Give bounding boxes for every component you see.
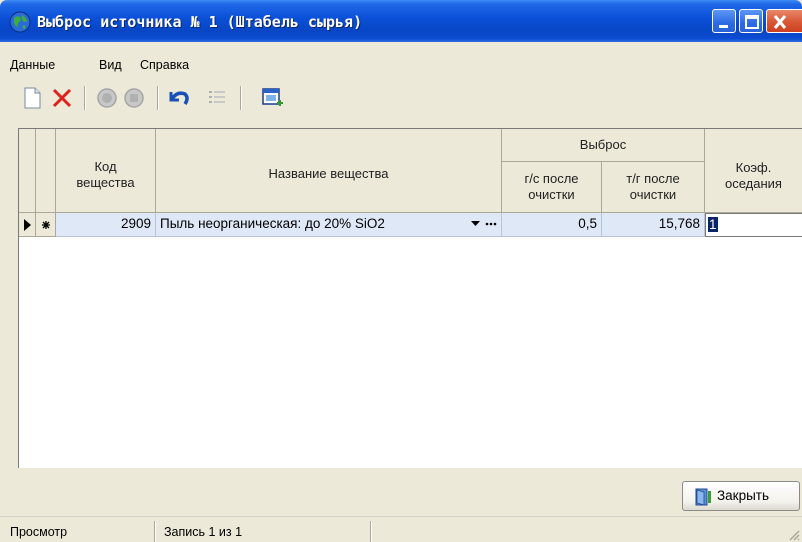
delete-icon[interactable]	[50, 86, 74, 110]
status-separator	[370, 521, 372, 542]
close-window-button[interactable]	[766, 9, 802, 33]
current-row-arrow-icon	[23, 218, 31, 231]
column-header-name-label: Название вещества	[268, 165, 389, 181]
status-bar: Просмотр Запись 1 из 1	[0, 516, 802, 542]
column-header-tg-label: т/г после очистки	[626, 171, 680, 202]
asterisk-icon	[41, 220, 50, 229]
toolbar-separator	[84, 86, 86, 110]
close-button-label: Закрыть	[717, 488, 769, 503]
maximize-icon	[745, 15, 759, 29]
globe-icon	[9, 11, 31, 33]
list-icon[interactable]	[205, 86, 229, 110]
status-mode: Просмотр	[10, 525, 68, 539]
cell-tg[interactable]: 15,768	[602, 213, 705, 237]
column-header-code-label: Код вещества	[76, 158, 135, 190]
toolbar	[0, 80, 802, 116]
minimize-icon	[719, 25, 728, 28]
maximize-button[interactable]	[739, 9, 763, 33]
status-record: Запись 1 из 1	[164, 525, 243, 539]
substance-grid[interactable]: Код вещества Название вещества Выброс г/…	[18, 128, 802, 468]
minimize-button[interactable]	[712, 9, 736, 33]
close-icon	[773, 15, 787, 29]
exit-door-icon	[695, 488, 711, 506]
new-icon[interactable]	[20, 86, 44, 110]
undo-icon[interactable]	[167, 86, 191, 110]
column-header-name[interactable]: Название вещества	[156, 129, 502, 213]
row-indicator-header	[19, 129, 36, 213]
column-group-emission: Выброс	[502, 129, 705, 162]
column-header-gs-label: г/с после очистки	[524, 171, 579, 202]
cell-name[interactable]: Пыль неорганическая: до 20% SiO2	[156, 213, 502, 237]
row-indicator[interactable]	[19, 213, 36, 237]
toolbar-separator	[157, 86, 159, 110]
resize-grip-icon[interactable]	[788, 529, 800, 541]
column-header-tg[interactable]: т/г после очистки	[602, 162, 705, 213]
column-header-coef[interactable]: Коэф. оседания	[705, 129, 802, 213]
dropdown-arrow-icon[interactable]	[471, 221, 480, 227]
row-state-header	[36, 129, 56, 213]
cell-gs[interactable]: 0,5	[502, 213, 602, 237]
export-icon[interactable]	[260, 86, 284, 110]
cell-coef-editor[interactable]: 1	[705, 213, 802, 237]
column-header-gs[interactable]: г/с после очистки	[502, 162, 602, 213]
menu-data[interactable]: Данные	[10, 58, 55, 72]
record-icon[interactable]	[95, 86, 119, 110]
column-group-emission-label: Выброс	[579, 137, 627, 152]
cell-code[interactable]: 2909	[56, 213, 156, 237]
stop-icon[interactable]	[122, 86, 146, 110]
row-state	[36, 213, 56, 237]
column-header-code[interactable]: Код вещества	[56, 129, 156, 213]
cell-name-text: Пыль неорганическая: до 20% SiO2	[160, 216, 385, 231]
menu-view[interactable]: Вид	[99, 58, 122, 72]
toolbar-separator	[240, 86, 242, 110]
cell-coef-value: 1	[708, 217, 718, 232]
menu-help[interactable]: Справка	[140, 58, 189, 72]
status-separator	[154, 521, 156, 542]
window-title: Выброс источника № 1 (Штабель сырья)	[37, 13, 363, 31]
column-header-coef-label: Коэф. оседания	[725, 159, 782, 191]
ellipsis-icon[interactable]	[485, 221, 497, 227]
close-button[interactable]: Закрыть	[682, 481, 800, 511]
title-bar[interactable]: Выброс источника № 1 (Штабель сырья)	[0, 0, 802, 42]
